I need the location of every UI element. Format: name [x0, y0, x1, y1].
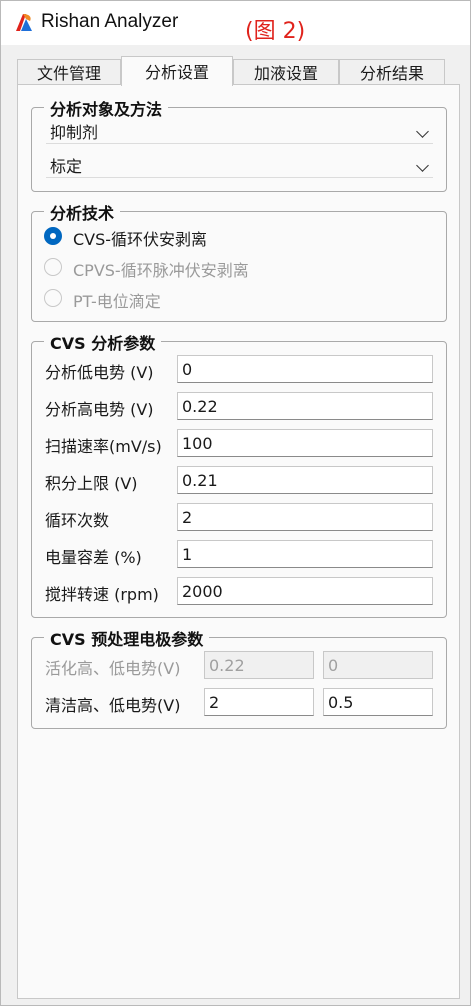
stir-speed-input[interactable]: 2000: [177, 577, 433, 605]
app-logo-icon: [16, 14, 32, 31]
tab-analysis-results[interactable]: 分析结果: [339, 59, 445, 85]
clean-low-input[interactable]: 0.5: [323, 688, 433, 716]
param-label-stir-speed: 搅拌转速 (rpm): [45, 585, 159, 604]
scan-rate-input[interactable]: 100: [177, 429, 433, 457]
param-label-integration-limit: 积分上限 (V): [45, 474, 138, 493]
clean-high-input[interactable]: 2: [204, 688, 314, 716]
technique-option-label: PT-电位滴定: [73, 292, 161, 311]
analysis-target-select[interactable]: 抑制剂: [46, 121, 433, 144]
param-label-low-potential: 分析低电势 (V): [45, 363, 154, 382]
high-potential-input[interactable]: 0.22: [177, 392, 433, 420]
clean-potential-label: 清洁高、低电势(V): [45, 696, 181, 715]
analysis-method-value: 标定: [50, 157, 83, 176]
technique-option-label: CPVS-循环脉冲伏安剥离: [73, 261, 249, 280]
integration-limit-input[interactable]: 0.21: [177, 466, 433, 494]
tab-file-management[interactable]: 文件管理: [17, 59, 121, 85]
analysis-technique-title: 分析技术: [44, 200, 121, 224]
low-potential-input[interactable]: 0: [177, 355, 433, 383]
activate-potential-label: 活化高、低电势(V): [45, 659, 181, 678]
analysis-object-group: 分析对象及方法: [31, 96, 447, 192]
app-title: Rishan Analyzer: [41, 11, 179, 32]
param-label-cycle-count: 循环次数: [45, 511, 110, 530]
figure-tag: (图 2): [245, 19, 306, 44]
radio-unselected-icon: [44, 258, 62, 276]
tab-analysis-settings[interactable]: 分析设置: [121, 56, 233, 86]
title-bar: Rishan Analyzer (图 2): [1, 1, 470, 45]
chevron-down-icon: [416, 125, 429, 138]
analysis-object-title: 分析对象及方法: [44, 96, 169, 120]
param-label-charge-tolerance: 电量容差 (%): [45, 548, 142, 567]
param-label-scan-rate: 扫描速率(mV/s): [45, 437, 162, 456]
radio-unselected-icon: [44, 289, 62, 307]
radio-selected-icon[interactable]: [44, 227, 62, 245]
activate-low-input: 0: [323, 651, 433, 679]
activate-high-input: 0.22: [204, 651, 314, 679]
analysis-method-select[interactable]: 标定: [46, 155, 433, 178]
tab-dosing-settings[interactable]: 加液设置: [233, 59, 339, 85]
cvs-params-title: CVS 分析参数: [44, 330, 162, 354]
charge-tolerance-input[interactable]: 1: [177, 540, 433, 568]
cycle-count-input[interactable]: 2: [177, 503, 433, 531]
technique-option-label: CVS-循环伏安剥离: [73, 230, 208, 249]
chevron-down-icon: [416, 159, 429, 172]
param-label-high-potential: 分析高电势 (V): [45, 400, 154, 419]
app-window: Rishan Analyzer (图 2) 文件管理 分析设置 加液设置 分析结…: [0, 0, 471, 1006]
pretreat-params-title: CVS 预处理电极参数: [44, 626, 210, 650]
analysis-target-value: 抑制剂: [50, 123, 99, 142]
